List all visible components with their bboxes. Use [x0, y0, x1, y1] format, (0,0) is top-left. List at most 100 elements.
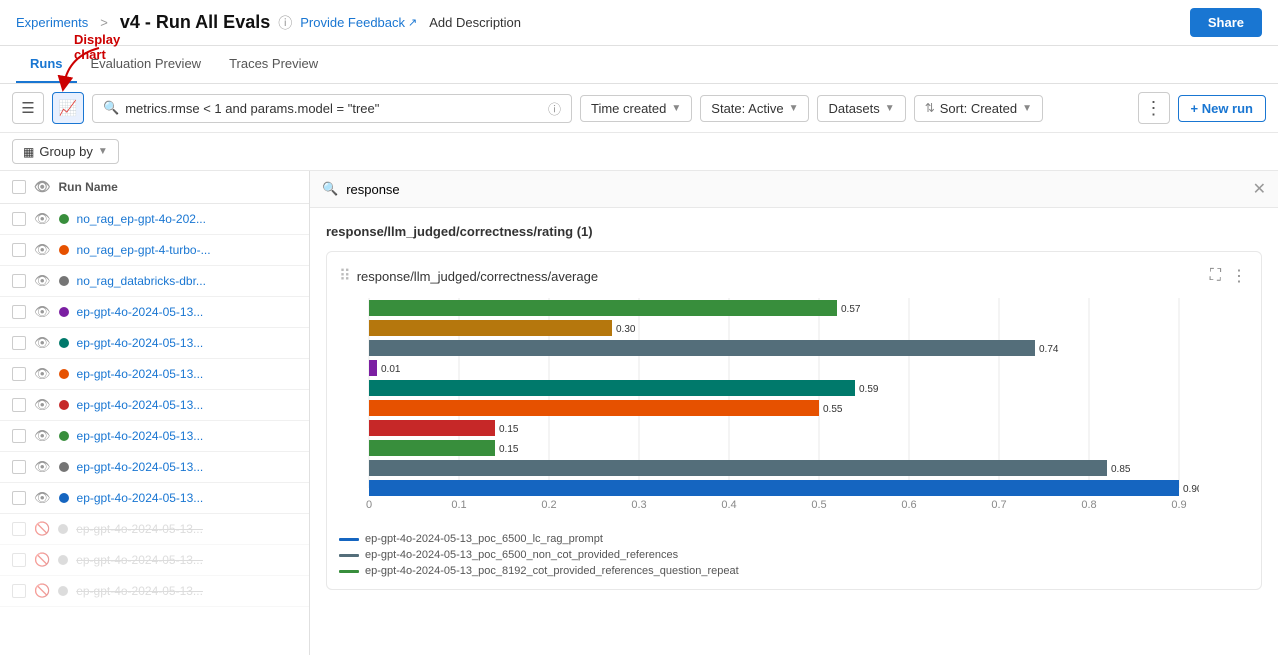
page-title: v4 - Run All Evals — [120, 12, 270, 33]
chart-legend: ep-gpt-4o-2024-05-13_poc_6500_lc_rag_pro… — [339, 533, 1249, 577]
legend-color — [339, 554, 359, 557]
table-row[interactable]: 👁 ep-gpt-4o-2024-05-13... — [0, 390, 309, 421]
row-checkbox[interactable] — [12, 460, 26, 474]
datasets-filter-label: Datasets — [828, 101, 879, 116]
table-row[interactable]: 👁 ep-gpt-4o-2024-05-13... — [0, 328, 309, 359]
chart-panel: 🔍 ✕ response/llm_judged/correctness/rati… — [310, 171, 1278, 655]
search-input[interactable] — [125, 101, 542, 116]
row-checkbox[interactable] — [12, 305, 26, 319]
clear-search-button[interactable]: ✕ — [1253, 179, 1266, 199]
run-color-dot — [58, 555, 68, 565]
run-name: ep-gpt-4o-2024-05-13... — [77, 491, 297, 505]
info-icon-search[interactable]: ⓘ — [548, 99, 561, 118]
fullscreen-button[interactable]: ⛶ — [1208, 265, 1223, 287]
tab-runs[interactable]: Runs — [16, 46, 77, 83]
table-row[interactable]: 👁 ep-gpt-4o-2024-05-13... — [0, 359, 309, 390]
runs-header: 👁 Run Name — [0, 171, 309, 204]
visibility-icon[interactable]: 👁 — [34, 211, 51, 227]
sort-filter[interactable]: ⇅ Sort: Created ▼ — [914, 95, 1043, 122]
info-icon[interactable]: ⓘ — [278, 13, 292, 33]
visibility-icon[interactable]: 👁 — [34, 273, 51, 289]
breadcrumb-experiments[interactable]: Experiments — [16, 15, 88, 30]
chart-title-row: ⠿ response/llm_judged/correctness/averag… — [339, 266, 598, 286]
list-view-button[interactable]: ☰ — [12, 92, 44, 124]
state-filter[interactable]: State: Active ▼ — [700, 95, 809, 122]
time-created-filter[interactable]: Time created ▼ — [580, 95, 692, 122]
bar-chart: 0.57 0.30 0.74 0.01 0.59 — [339, 298, 1249, 521]
breadcrumb-separator: > — [100, 15, 108, 30]
run-color-dot — [59, 338, 69, 348]
feedback-link[interactable]: Provide Feedback ↗ — [300, 15, 417, 30]
visibility-icon[interactable]: 👁 — [34, 366, 51, 382]
svg-text:0.4: 0.4 — [721, 499, 736, 511]
visibility-icon[interactable]: 👁 — [34, 459, 51, 475]
more-options-button[interactable]: ⋮ — [1138, 92, 1170, 124]
table-row[interactable]: 👁 no_rag_databricks-dbr... — [0, 266, 309, 297]
table-row[interactable]: 👁 no_rag_ep-gpt-4o-202... — [0, 204, 309, 235]
select-all-checkbox[interactable] — [12, 180, 26, 194]
bar-chart-svg: 0.57 0.30 0.74 0.01 0.59 — [339, 298, 1199, 518]
run-color-dot — [59, 369, 69, 379]
visibility-icon[interactable]: 👁 — [34, 242, 51, 258]
row-checkbox[interactable] — [12, 553, 26, 567]
sort-icon: ⇅ — [925, 101, 935, 115]
row-checkbox[interactable] — [12, 336, 26, 350]
datasets-filter[interactable]: Datasets ▼ — [817, 95, 905, 122]
table-row[interactable]: 🚫 ep-gpt-4o-2024-05-13... — [0, 514, 309, 545]
row-checkbox[interactable] — [12, 367, 26, 381]
svg-text:0.5: 0.5 — [811, 499, 826, 511]
new-run-button[interactable]: + New run — [1178, 95, 1267, 122]
table-row[interactable]: 🚫 ep-gpt-4o-2024-05-13... — [0, 545, 309, 576]
svg-text:0.01: 0.01 — [381, 364, 401, 375]
row-checkbox[interactable] — [12, 584, 26, 598]
group-icon: ▦ — [23, 145, 34, 159]
table-row[interactable]: 👁 ep-gpt-4o-2024-05-13... — [0, 297, 309, 328]
legend-item: ep-gpt-4o-2024-05-13_poc_6500_non_cot_pr… — [339, 549, 1249, 561]
row-checkbox[interactable] — [12, 522, 26, 536]
tab-traces-preview[interactable]: Traces Preview — [215, 46, 332, 83]
svg-text:0.74: 0.74 — [1039, 344, 1059, 355]
chart-section: response/llm_judged/correctness/rating (… — [310, 208, 1278, 606]
visibility-icon[interactable]: 👁 — [34, 335, 51, 351]
table-row[interactable]: 👁 ep-gpt-4o-2024-05-13... — [0, 452, 309, 483]
run-color-dot — [59, 276, 69, 286]
chart-icon: 📈 — [59, 99, 78, 117]
table-row[interactable]: 👁 ep-gpt-4o-2024-05-13... — [0, 483, 309, 514]
hidden-icon[interactable]: 🚫 — [34, 552, 50, 568]
svg-text:0.90: 0.90 — [1183, 484, 1199, 495]
chart-search-input[interactable] — [346, 182, 1244, 197]
row-checkbox[interactable] — [12, 491, 26, 505]
legend-item: ep-gpt-4o-2024-05-13_poc_6500_lc_rag_pro… — [339, 533, 1249, 545]
visibility-icon[interactable]: 👁 — [34, 428, 51, 444]
row-checkbox[interactable] — [12, 212, 26, 226]
run-name-header: Run Name — [59, 180, 118, 194]
share-button[interactable]: Share — [1190, 8, 1262, 37]
legend-label: ep-gpt-4o-2024-05-13_poc_8192_cot_provid… — [365, 565, 739, 577]
secondary-toolbar: ▦ Group by ▼ — [0, 133, 1278, 171]
tab-evaluation-preview[interactable]: Evaluation Preview — [77, 46, 216, 83]
add-description-link[interactable]: Add Description — [429, 15, 521, 30]
row-checkbox[interactable] — [12, 274, 26, 288]
run-name: ep-gpt-4o-2024-05-13... — [76, 553, 297, 567]
table-row[interactable]: 👁 no_rag_ep-gpt-4-turbo-... — [0, 235, 309, 266]
legend-label: ep-gpt-4o-2024-05-13_poc_6500_non_cot_pr… — [365, 549, 678, 561]
drag-handle-icon[interactable]: ⠿ — [339, 266, 351, 286]
table-row[interactable]: 🚫 ep-gpt-4o-2024-05-13... — [0, 576, 309, 607]
svg-text:0.6: 0.6 — [901, 499, 916, 511]
group-by-button[interactable]: ▦ Group by ▼ — [12, 139, 119, 164]
run-name: ep-gpt-4o-2024-05-13... — [77, 429, 297, 443]
chart-container: ⠿ response/llm_judged/correctness/averag… — [326, 251, 1262, 590]
row-checkbox[interactable] — [12, 429, 26, 443]
hidden-icon[interactable]: 🚫 — [34, 583, 50, 599]
row-checkbox[interactable] — [12, 398, 26, 412]
chart-more-button[interactable]: ⋮ — [1229, 264, 1249, 288]
visibility-icon[interactable]: 👁 — [34, 490, 51, 506]
hidden-icon[interactable]: 🚫 — [34, 521, 50, 537]
visibility-icon[interactable]: 👁 — [34, 397, 51, 413]
state-filter-label: State: Active — [711, 101, 783, 116]
chart-section-title: response/llm_judged/correctness/rating (… — [326, 224, 1262, 239]
table-row[interactable]: 👁 ep-gpt-4o-2024-05-13... — [0, 421, 309, 452]
chart-view-button[interactable]: 📈 — [52, 92, 84, 124]
row-checkbox[interactable] — [12, 243, 26, 257]
visibility-icon[interactable]: 👁 — [34, 304, 51, 320]
